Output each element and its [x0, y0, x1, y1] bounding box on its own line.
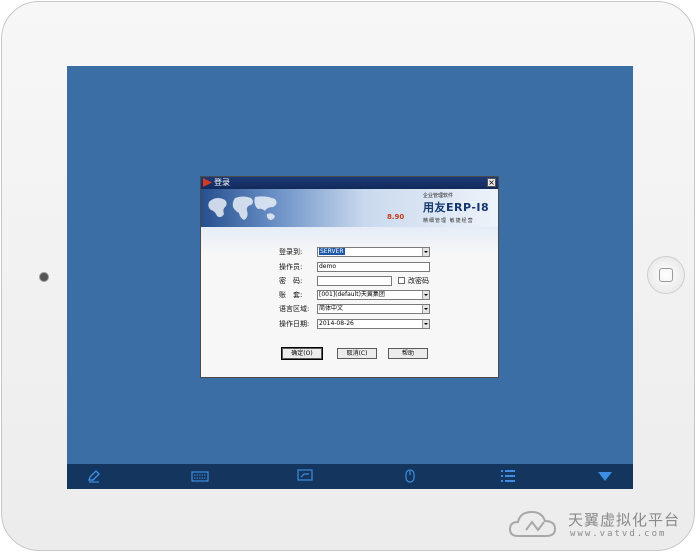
- password-label: 密 码:: [279, 277, 303, 285]
- account-value: [001](default)天翼集团: [319, 291, 385, 298]
- date-value: 2014-08-26: [319, 320, 354, 327]
- edit-icon[interactable]: [87, 469, 101, 483]
- camera-icon: [39, 272, 49, 282]
- product-banner: 企业管理软件 用友ERP-I8 8.90 精细管理 敏捷经营: [201, 189, 498, 227]
- language-label: 语言区域:: [279, 305, 310, 313]
- chevron-down-icon[interactable]: [422, 320, 429, 328]
- login-dialog: 登录 × 企业管理软件 用友ERP-I8 8.90 精细管理 敏捷经营 登录到:…: [200, 176, 499, 378]
- mouse-icon[interactable]: [405, 469, 415, 483]
- watermark-url: www.vatvd.com: [570, 529, 667, 539]
- server-select[interactable]: SERVER: [317, 247, 430, 257]
- version-label: 8.90: [387, 213, 405, 221]
- list-icon[interactable]: [500, 469, 516, 483]
- change-password-checkbox[interactable]: [398, 277, 405, 284]
- server-value: SERVER: [319, 248, 345, 255]
- watermark-name: 天翼虚拟化平台: [568, 511, 681, 529]
- change-password-label: 改密码: [408, 277, 429, 285]
- chevron-down-icon[interactable]: [422, 291, 429, 299]
- language-value: 简体中文: [319, 305, 344, 312]
- banner-slogan: 企业管理软件: [423, 193, 454, 199]
- operator-input[interactable]: demo: [317, 262, 430, 272]
- operator-label: 操作员:: [279, 263, 303, 271]
- keyboard-icon[interactable]: [191, 469, 209, 483]
- world-map-icon: [208, 196, 277, 220]
- date-select[interactable]: 2014-08-26: [317, 319, 430, 329]
- account-label: 账 套:: [279, 291, 303, 299]
- ok-button[interactable]: 确定(O): [281, 347, 323, 360]
- banner-motto: 精细管理 敏捷经营: [423, 218, 474, 224]
- home-button[interactable]: [647, 256, 685, 294]
- brand-name: 用友ERP-I8: [423, 201, 490, 214]
- screen-icon[interactable]: [297, 469, 313, 483]
- help-button[interactable]: 帮助: [388, 348, 428, 359]
- password-input[interactable]: [317, 276, 392, 286]
- chevron-down-icon[interactable]: [422, 248, 429, 256]
- dialog-title-bar[interactable]: 登录 ×: [201, 177, 498, 189]
- chevron-down-icon[interactable]: [422, 305, 429, 313]
- close-button[interactable]: ×: [487, 178, 496, 187]
- cloud-logo-icon: [508, 510, 557, 537]
- date-label: 操作日期:: [279, 320, 310, 328]
- language-select[interactable]: 简体中文: [317, 304, 430, 314]
- dialog-title: 登录: [214, 178, 230, 187]
- account-select[interactable]: [001](default)天翼集团: [317, 290, 430, 300]
- collapse-icon[interactable]: [597, 469, 613, 483]
- app-logo-icon: [203, 178, 212, 187]
- cancel-button[interactable]: 取消(C): [337, 348, 377, 359]
- server-label: 登录到:: [279, 248, 303, 256]
- viewer-toolbar: [67, 464, 633, 489]
